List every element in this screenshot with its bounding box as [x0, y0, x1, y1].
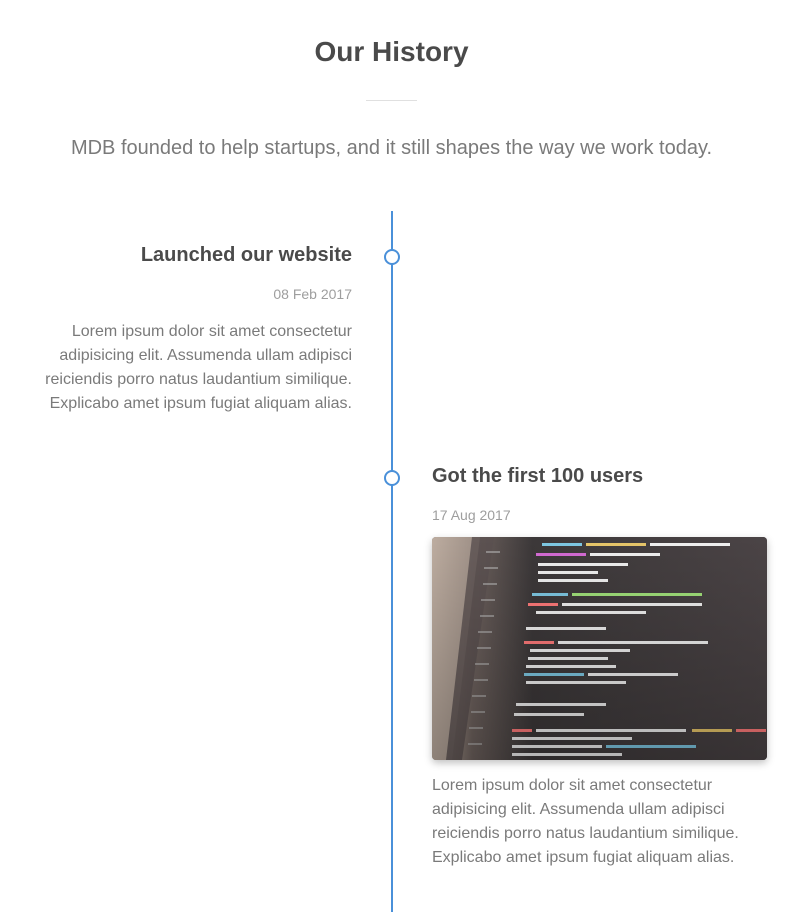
- title-divider: [366, 100, 417, 101]
- timeline-node-icon: [384, 249, 400, 265]
- code-screenshot-image: [432, 537, 767, 760]
- history-section: Our History MDB founded to help startups…: [0, 0, 806, 912]
- event-title: Launched our website: [140, 244, 352, 266]
- event-description: Lorem ipsum dolor sit amet consectetur a…: [45, 323, 352, 412]
- timeline-line: [391, 211, 393, 912]
- section-subtitle: MDB founded to help startups, and it sti…: [70, 137, 713, 159]
- timeline-node-icon: [384, 470, 400, 486]
- event-date: 17 Aug 2017: [432, 507, 511, 523]
- event-date: 08 Feb 2017: [273, 286, 352, 302]
- timeline-event-2: Got the first 100 users 17 Aug 2017 Lore…: [432, 461, 768, 870]
- event-description: Lorem ipsum dolor sit amet consectetur a…: [432, 777, 739, 866]
- section-title: Our History: [314, 36, 469, 67]
- event-title: Got the first 100 users: [432, 465, 644, 487]
- timeline-event-1: Launched our website 08 Feb 2017 Lorem i…: [40, 240, 352, 416]
